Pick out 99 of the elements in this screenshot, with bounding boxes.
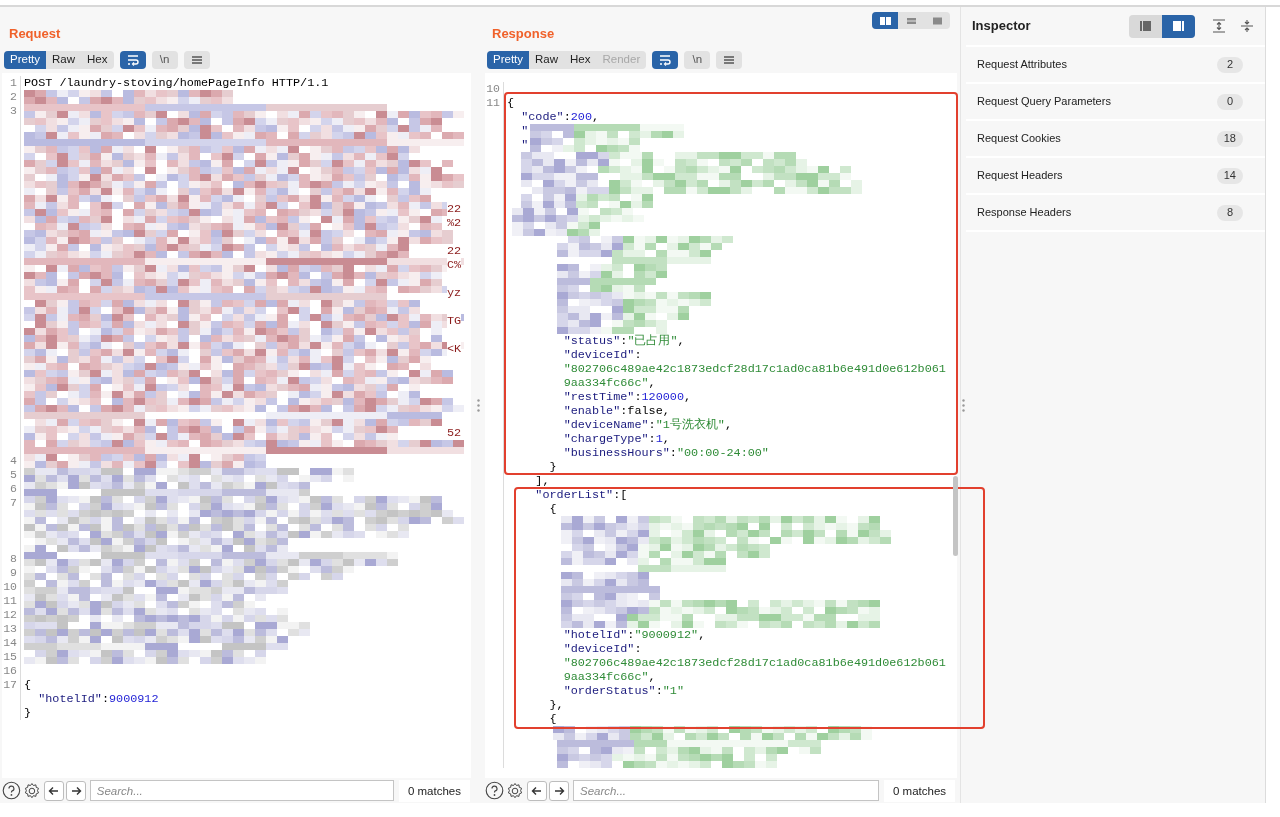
code-line: "deviceId": [562,349,642,361]
code-line: "businessHours":"00:00-24:00" [562,447,769,459]
panel-toggle[interactable] [1162,14,1195,38]
line-number: 13 [3,622,17,635]
line-number: 17 [3,678,17,691]
layout-icon [904,15,918,26]
previous-button[interactable] [43,780,64,801]
code-fragment: <K [447,342,462,356]
newline-button[interactable]: \n [151,51,178,69]
code-line: }, [548,699,564,711]
layout-icon [878,15,892,26]
line-number: 15 [3,650,17,663]
wrap-icon [125,53,140,67]
wrap-icon [658,53,673,67]
menu-icon [722,53,737,67]
line-number: 1 [10,76,17,89]
code-fragment: C% [447,258,462,272]
code-line: { [24,679,32,691]
help-icon[interactable] [2,781,21,800]
code-line: { [548,713,557,725]
line-number: 11 [3,594,17,607]
line-number: 8 [10,552,17,565]
code-line: "restTime":120000, [562,391,692,403]
view-tab[interactable]: Hex [564,51,597,69]
splitter-handle[interactable] [962,398,965,412]
code-line: } [548,461,557,473]
wrap-button[interactable] [652,51,679,69]
code-line: "orderStatus":"1" [562,685,684,697]
code-line: "hotelId":9000912 [37,693,159,705]
view-tab[interactable]: Pretty [4,51,47,69]
line-number: 12 [3,608,17,621]
layout-toggle[interactable] [872,12,898,29]
count-badge: 8 [1217,204,1243,221]
code-line: "deviceName":"1号洗衣机", [562,419,733,431]
code-fragment: 22 [447,202,462,216]
panel-title: Inspector [972,17,1032,36]
menu-button[interactable] [716,51,743,69]
layout-icon [930,15,944,26]
code-line: "deviceId": [562,643,642,655]
settings-icon[interactable] [505,780,525,801]
panel-title: Request [9,25,61,43]
line-number: 11 [486,96,500,109]
code-line: 9aa334fc66c", [562,671,656,683]
previous-button[interactable] [527,780,547,801]
count-badge: 14 [1216,167,1243,184]
line-number: 10 [486,82,500,95]
view-tab[interactable]: Hex [81,51,114,69]
count-badge: 0 [1217,93,1243,110]
code-line: "code":200, [520,111,600,123]
wrap-button[interactable] [119,51,146,69]
code-line: "orderList":[ [534,489,628,501]
code-line: { [548,503,557,515]
code-line: ], [534,475,550,487]
line-number: 2 [10,90,17,103]
panel-title: Response [492,25,555,43]
match-count: 0 matches [398,779,470,802]
code-line: " [520,139,529,151]
scrollbar-thumb[interactable] [953,476,958,556]
collapse-icon[interactable] [1239,18,1255,34]
line-number: 10 [3,580,17,593]
line-number: 16 [3,664,17,677]
search-field[interactable]: Search... [573,780,879,801]
view-tab[interactable]: Raw [529,51,565,69]
code-line: "chargeType":1, [562,433,670,445]
count-badge: 18 [1216,130,1243,147]
code-fragment: TG [447,314,462,328]
count-badge: 2 [1217,56,1243,73]
search-field[interactable]: Search... [89,780,394,801]
next-button[interactable] [549,780,569,801]
code-line: " [520,125,529,137]
menu-icon [189,53,204,67]
code-line: 9aa334fc66c", [562,377,656,389]
panel-layout-icon [1138,19,1153,33]
code-fragment: yz [447,286,462,300]
splitter-handle[interactable] [477,398,480,412]
code-line: "802706c489ae42c1873edcf28d17c1ad0ca81b6e491d0e612b061 [562,657,946,669]
code-line: "enable":false, [562,405,670,417]
line-number: 6 [10,482,17,495]
code-line: { [507,97,515,109]
expand-icon[interactable] [1211,18,1227,34]
line-number: 5 [10,468,17,481]
line-number: 14 [3,636,17,649]
code-line: "802706c489ae42c1873edcf28d17c1ad0ca81b6e491d0e612b061 [562,363,946,375]
help-icon[interactable] [485,781,504,800]
view-tab[interactable]: Raw [46,51,82,69]
code-line: "status":"已占用", [562,335,685,347]
line-number: 9 [10,566,17,579]
next-button[interactable] [65,780,86,801]
newline-button[interactable]: \n [684,51,711,69]
match-count: 0 matches [884,779,956,802]
code-line: POST /laundry-stoving/homePageInfo HTTP/1.1 [24,77,329,89]
line-number: 3 [10,104,17,117]
panel-layout-icon [1171,19,1186,33]
line-number: 4 [10,454,17,467]
line-number: 7 [10,496,17,509]
code-line: "hotelId":"9000912", [562,629,706,641]
view-tab[interactable]: Pretty [487,51,530,69]
menu-button[interactable] [183,51,210,69]
code-line: } [24,707,32,719]
